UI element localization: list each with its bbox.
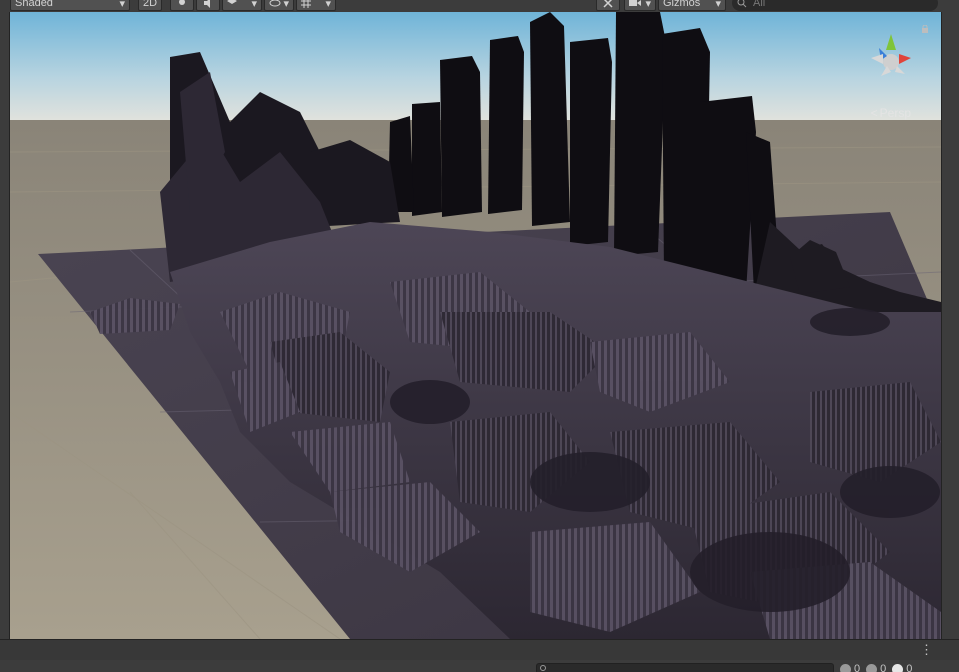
log-count: 0 <box>854 663 861 672</box>
right-panel-edge <box>941 12 959 639</box>
chevron-down-icon: ▾ <box>645 0 651 10</box>
console-counters: 0 0 0 <box>840 663 912 672</box>
search-placeholder: All <box>753 0 766 9</box>
grid-icon <box>301 0 311 8</box>
hierarchy-search-field[interactable]: All <box>732 0 938 11</box>
scene-viewport[interactable]: < Persp <box>10 12 941 639</box>
left-panel-edge <box>0 12 10 639</box>
chevron-down-icon: ▾ <box>119 0 125 10</box>
warning-count: 0 <box>880 663 887 672</box>
effects-icon <box>227 0 237 8</box>
console-toolbar: 0 0 0 <box>0 660 959 672</box>
scene-status-bar: ⋮ <box>0 639 959 660</box>
chevron-down-icon: ▾ <box>325 0 331 10</box>
mode-2d-label: 2D <box>142 0 158 9</box>
chevron-down-icon: ▾ <box>715 0 721 10</box>
search-icon <box>540 664 548 672</box>
gizmos-label: Gizmos <box>663 0 701 9</box>
chevron-down-icon: ▾ <box>283 0 289 10</box>
info-icon <box>840 663 851 672</box>
audio-icon <box>203 0 213 8</box>
error-count: 0 <box>906 663 913 672</box>
orientation-gizmo[interactable] <box>859 28 923 92</box>
console-search-field[interactable] <box>536 663 834 672</box>
shading-mode-dropdown[interactable]: Shaded ▾ <box>10 0 130 11</box>
lighting-toggle[interactable] <box>170 0 194 11</box>
projection-label: Persp <box>879 106 911 120</box>
camera-icon <box>629 0 641 7</box>
visibility-dropdown[interactable]: ▾ <box>264 0 294 11</box>
chevron-left-icon: < <box>870 106 878 120</box>
warning-icon <box>866 663 878 672</box>
tools-icon <box>603 0 613 8</box>
error-icon <box>892 663 904 672</box>
tools-toggle[interactable] <box>596 0 620 11</box>
shading-mode-label: Shaded <box>15 0 53 9</box>
lighting-icon <box>177 0 187 8</box>
gizmos-dropdown[interactable]: Gizmos ▾ <box>658 0 726 11</box>
camera-dropdown[interactable]: ▾ <box>624 0 656 11</box>
projection-toggle[interactable]: < Persp <box>871 106 911 120</box>
mode-2d-toggle[interactable]: 2D <box>138 0 162 11</box>
lock-icon[interactable] <box>921 24 929 33</box>
error-toggle[interactable]: 0 <box>892 663 912 672</box>
search-icon <box>737 0 747 8</box>
effects-dropdown[interactable]: ▾ <box>222 0 262 11</box>
log-toggle[interactable]: 0 <box>840 663 860 672</box>
chevron-down-icon: ▾ <box>251 0 257 10</box>
audio-toggle[interactable] <box>196 0 220 11</box>
grid-dropdown[interactable]: ▾ <box>296 0 336 11</box>
kebab-menu-icon[interactable]: ⋮ <box>920 643 933 656</box>
warning-toggle[interactable]: 0 <box>866 663 886 672</box>
visibility-icon <box>269 0 281 7</box>
scene-render <box>10 12 941 639</box>
